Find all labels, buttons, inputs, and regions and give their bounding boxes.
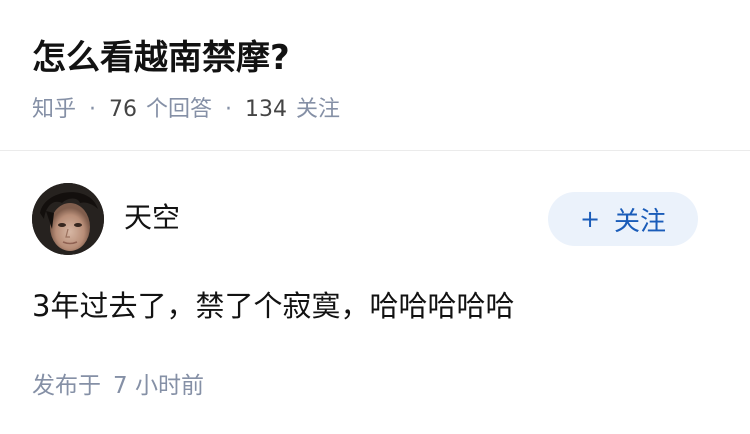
answer-count: 76 xyxy=(109,97,138,122)
publish-time: 发布于 7 小时前 xyxy=(32,371,204,401)
publish-time-value: 7 小时前 xyxy=(113,373,204,399)
answer-content[interactable]: 3年过去了，禁了个寂寞，哈哈哈哈哈 xyxy=(32,286,514,326)
answer-count-label: 个回答 xyxy=(146,97,213,122)
answer-card: 天空 + 关注 3年过去了，禁了个寂寞，哈哈哈哈哈 发布于 7 小时前 xyxy=(0,152,750,434)
user-avatar-photo-icon xyxy=(32,183,104,255)
publish-prefix: 发布于 xyxy=(32,373,101,399)
question-header: 怎么看越南禁摩? 知乎 · 76 个回答 · 134 关注 xyxy=(0,0,750,151)
author-name[interactable]: 天空 xyxy=(124,200,180,236)
follow-button[interactable]: + 关注 xyxy=(548,192,698,246)
avatar[interactable] xyxy=(32,183,104,255)
follower-count: 134 xyxy=(245,97,288,122)
follower-count-label: 关注 xyxy=(296,97,341,122)
plus-icon: + xyxy=(579,205,601,233)
follow-button-label: 关注 xyxy=(614,206,667,237)
source-label[interactable]: 知乎 xyxy=(32,95,76,125)
question-title[interactable]: 怎么看越南禁摩? xyxy=(32,36,290,80)
separator-dot: · xyxy=(225,97,233,122)
question-meta: 知乎 · 76 个回答 · 134 关注 xyxy=(32,95,340,125)
separator-dot: · xyxy=(89,97,97,122)
